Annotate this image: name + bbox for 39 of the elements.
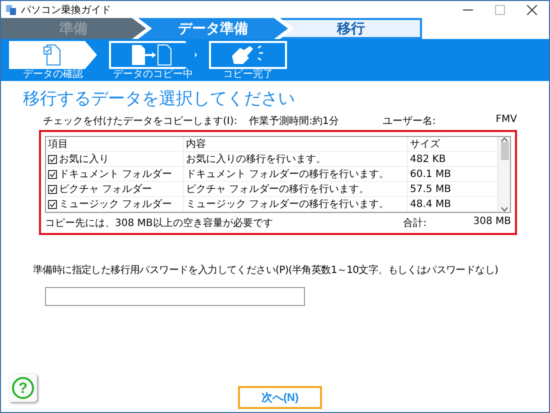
table-cell: お気に入りの移行を行います。 <box>184 152 408 167</box>
item-name: ピクチャ フォルダー <box>59 182 152 196</box>
checkbox[interactable] <box>48 170 57 178</box>
total-label: 合計: <box>403 216 428 230</box>
user-label: ユーザー名: <box>382 115 436 128</box>
password-label: 準備時に指定した移行用パスワードを入力してください(P)(半角英数1～10文字、もしくはパスワードなし) <box>33 264 498 277</box>
data-item[interactable]: ドキュメント フォルダー <box>46 167 184 182</box>
item-name: お気に入り <box>59 152 109 166</box>
scroll-thumb[interactable] <box>500 142 508 160</box>
table-cell: ミュージック フォルダーの移行を行います。 <box>184 197 408 212</box>
password-field[interactable] <box>45 287 305 306</box>
estimated-time: 作業予測時間:約1分 <box>249 114 339 128</box>
close-icon[interactable] <box>527 4 537 14</box>
total-size: 308 MB <box>473 216 511 229</box>
checkbox[interactable] <box>48 184 57 194</box>
table-cell: ドキュメント フォルダーの移行を行います。 <box>184 167 408 182</box>
checkbox[interactable] <box>48 200 57 208</box>
item-name: ミュージック フォルダー <box>59 198 172 212</box>
column-header[interactable]: 内容 <box>184 137 408 152</box>
step-label: データのコピー中 <box>113 69 193 81</box>
scroll-down-icon[interactable] <box>501 207 508 212</box>
step-label: データの確認 <box>23 69 83 81</box>
data-item[interactable]: お気に入り <box>46 152 184 167</box>
next-button[interactable]: 次へ(N) <box>238 386 322 408</box>
page-heading: 移行するデータを選択してください <box>23 88 296 110</box>
table-cell: ピクチャ フォルダーの移行を行います。 <box>184 182 408 197</box>
checkbox[interactable] <box>48 154 57 164</box>
scrollbar[interactable] <box>498 137 510 212</box>
scroll-up-icon[interactable] <box>501 137 508 142</box>
data-item[interactable]: ピクチャ フォルダー <box>46 182 184 197</box>
step-label: コピー完了 <box>223 69 273 81</box>
window-title: パソコン乗換ガイド <box>21 4 112 16</box>
data-item[interactable]: ミュージック フォルダー <box>46 197 184 212</box>
app-icon <box>5 4 17 16</box>
space-note: コピー先には、308 MB以上の空き容量が必要です <box>45 216 274 230</box>
user-name: FMV <box>496 114 517 127</box>
item-name: ドキュメント フォルダー <box>59 168 172 182</box>
copy-label: チェックを付けたデータをコピーします(I): <box>43 115 238 128</box>
column-header[interactable]: 項目 <box>46 137 184 152</box>
